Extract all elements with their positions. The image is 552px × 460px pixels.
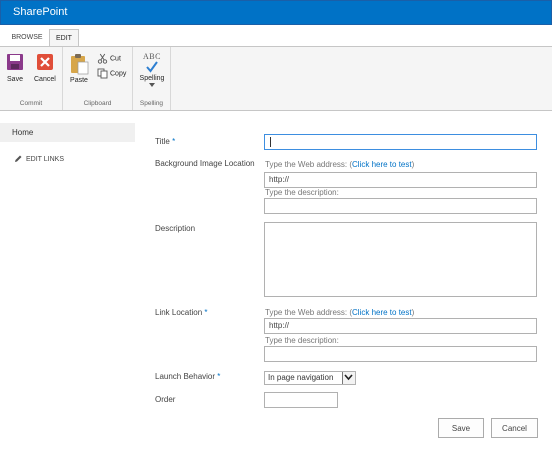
group-label-spelling: Spelling: [139, 100, 164, 107]
copy-icon: [97, 68, 108, 79]
required-marker: *: [172, 137, 176, 146]
launch-behavior-label: Launch Behavior *: [155, 372, 220, 381]
launch-behavior-label-text: Launch Behavior: [155, 372, 216, 381]
text-cursor: [270, 137, 271, 147]
ribbon-copy-label: Copy: [110, 70, 127, 78]
ribbon-paste-label: Paste: [70, 77, 88, 84]
link-url-input[interactable]: http://: [264, 318, 537, 334]
ribbon-tab-row: BROWSE EDIT: [0, 25, 552, 46]
abc-icon-text: ABC: [143, 52, 161, 61]
app-title[interactable]: SharePoint: [13, 6, 67, 18]
group-label-commit: Commit: [19, 100, 43, 107]
ribbon: Save Cancel Commit Paste Cut Copy Clipbo…: [0, 46, 552, 111]
ribbon-save-label: Save: [7, 76, 23, 83]
pencil-icon: [15, 155, 22, 162]
order-input[interactable]: [264, 392, 338, 408]
link-location-label: Link Location *: [155, 308, 208, 317]
order-label: Order: [155, 395, 176, 404]
scissors-icon: [97, 53, 108, 64]
left-navigation: Home EDIT LINKS: [0, 111, 136, 460]
link-description-hint: Type the description:: [265, 336, 339, 345]
suite-bar: SharePoint: [0, 0, 552, 25]
title-input[interactable]: [264, 134, 537, 150]
link-web-address-text: Type the Web address: (: [265, 308, 353, 317]
edit-links-button[interactable]: EDIT LINKS: [14, 155, 64, 163]
cancel-button[interactable]: Cancel: [491, 418, 538, 438]
ribbon-group-spelling: ABC Spelling Spelling: [133, 47, 171, 110]
bg-web-address-text: Type the Web address: (: [265, 160, 353, 169]
description-label: Description: [155, 224, 196, 233]
bg-description-input[interactable]: [264, 198, 537, 214]
ribbon-cut-label: Cut: [110, 55, 121, 63]
save-button[interactable]: Save: [438, 418, 484, 438]
ribbon-cancel-button[interactable]: Cancel: [34, 53, 56, 83]
group-label-clipboard: Clipboard: [83, 100, 112, 107]
chevron-down-icon: [344, 374, 353, 381]
description-textarea[interactable]: [264, 222, 537, 297]
launch-behavior-value: In page navigation: [268, 373, 334, 382]
edit-links-label: EDIT LINKS: [26, 155, 64, 163]
ribbon-group-commit: Save Cancel Commit: [0, 47, 63, 110]
dropdown-arrow-icon: [149, 83, 155, 87]
link-web-address-hint: Type the Web address: (Click here to tes…: [265, 308, 414, 317]
bg-close-paren: ): [411, 160, 415, 169]
ribbon-paste-button[interactable]: Paste: [69, 53, 89, 84]
bg-test-link[interactable]: Click here to test: [352, 160, 412, 169]
tab-edit[interactable]: EDIT: [49, 29, 79, 46]
nav-item-home[interactable]: Home: [0, 123, 135, 142]
link-close-paren: ): [411, 308, 415, 317]
required-marker: *: [204, 308, 208, 317]
ribbon-spelling-button[interactable]: ABC Spelling: [137, 52, 167, 89]
ribbon-spelling-label: Spelling: [139, 75, 165, 82]
ribbon-save-button[interactable]: Save: [6, 53, 24, 83]
tab-browse[interactable]: BROWSE: [8, 29, 46, 46]
ribbon-cut-button[interactable]: Cut: [97, 53, 121, 64]
bg-url-input[interactable]: http://: [264, 172, 537, 188]
ribbon-group-clipboard: Paste Cut Copy Clipboard: [63, 47, 133, 110]
paste-icon: [71, 54, 89, 75]
save-icon: [7, 54, 23, 70]
title-label: Title *: [155, 137, 175, 146]
bg-description-hint: Type the description:: [265, 188, 339, 197]
link-description-input[interactable]: [264, 346, 537, 362]
bg-image-label: Background Image Location: [155, 159, 255, 168]
required-marker: *: [217, 372, 221, 381]
launch-behavior-select[interactable]: In page navigation: [264, 371, 356, 385]
title-label-text: Title: [155, 137, 170, 146]
ribbon-copy-button[interactable]: Copy: [97, 68, 126, 79]
select-arrow: [342, 372, 355, 384]
link-test-link[interactable]: Click here to test: [352, 308, 412, 317]
link-location-label-text: Link Location: [155, 308, 203, 317]
ribbon-cancel-label: Cancel: [34, 76, 56, 83]
bg-web-address-hint: Type the Web address: (Click here to tes…: [265, 160, 414, 169]
checkmark-icon: [146, 61, 158, 73]
cancel-icon: [36, 54, 53, 70]
